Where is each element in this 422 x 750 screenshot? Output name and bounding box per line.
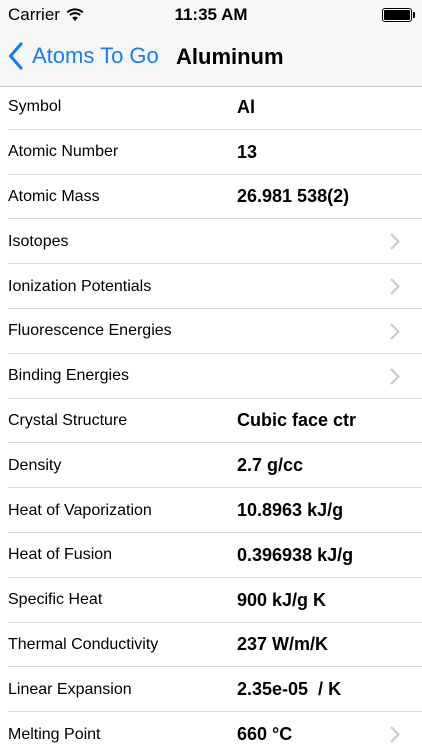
row-label: Specific Heat xyxy=(8,591,103,609)
row-value: Cubic face ctr xyxy=(237,410,357,431)
row-label: Thermal Conductivity xyxy=(8,635,159,653)
chevron-right-icon xyxy=(390,726,400,743)
row-value: 900 kJ/g K xyxy=(237,589,327,610)
row-value: 26.981 538(2) xyxy=(237,186,350,207)
status-time: 11:35 AM xyxy=(174,5,248,24)
row-density: Density 2.7 g/cc xyxy=(0,443,422,488)
row-label: Symbol xyxy=(8,98,62,116)
chevron-right-icon xyxy=(390,323,400,340)
row-value: 237 W/m/K xyxy=(237,634,329,655)
row-label: Ionization Potentials xyxy=(8,277,152,295)
row-label: Isotopes xyxy=(8,232,69,250)
row-label: Density xyxy=(8,456,62,474)
navigation-bar: Atoms To Go Aluminum xyxy=(0,30,422,87)
row-label: Atomic Number xyxy=(8,143,119,161)
row-label: Melting Point xyxy=(8,725,101,743)
row-value: 660 °C xyxy=(237,724,293,745)
row-value: 2.7 g/cc xyxy=(237,455,304,476)
row-crystal-structure: Crystal Structure Cubic face ctr xyxy=(0,399,422,444)
row-value: 10.8963 kJ/g xyxy=(237,500,344,521)
row-atomic-number: Atomic Number 13 xyxy=(0,130,422,175)
row-symbol: Symbol Al xyxy=(0,85,422,130)
row-isotopes[interactable]: Isotopes xyxy=(0,219,422,264)
chevron-right-icon xyxy=(390,368,400,385)
row-label: Linear Expansion xyxy=(8,680,132,698)
row-value: 0.396938 kJ/g xyxy=(237,544,354,565)
row-label: Heat of Vaporization xyxy=(8,501,152,519)
element-properties-table: Symbol Al Atomic Number 13 Atomic Mass 2… xyxy=(0,85,422,750)
back-button-label: Atoms To Go xyxy=(32,43,159,68)
chevron-right-icon xyxy=(390,233,400,250)
row-label: Heat of Fusion xyxy=(8,546,113,564)
row-ionization-potentials[interactable]: Ionization Potentials xyxy=(0,264,422,309)
row-label: Fluorescence Energies xyxy=(8,322,172,340)
page-title: Aluminum xyxy=(176,44,284,69)
status-bar: Carrier 11:35 AM xyxy=(0,0,422,30)
row-specific-heat: Specific Heat 900 kJ/g K xyxy=(0,578,422,623)
row-value: Al xyxy=(237,96,255,117)
row-value: 2.35e-05 / K xyxy=(237,679,342,700)
row-linear-expansion: Linear Expansion 2.35e-05 / K xyxy=(0,667,422,712)
row-heat-of-vaporization: Heat of Vaporization 10.8963 kJ/g xyxy=(0,488,422,533)
row-atomic-mass: Atomic Mass 26.981 538(2) xyxy=(0,175,422,220)
chevron-right-icon xyxy=(390,278,400,295)
back-button[interactable]: Atoms To Go xyxy=(8,42,159,70)
row-label: Crystal Structure xyxy=(8,411,128,429)
row-thermal-conductivity: Thermal Conductivity 237 W/m/K xyxy=(0,623,422,668)
row-label: Binding Energies xyxy=(8,367,129,385)
row-heat-of-fusion: Heat of Fusion 0.396938 kJ/g xyxy=(0,533,422,578)
row-melting-point[interactable]: Melting Point 660 °C xyxy=(0,712,422,750)
row-fluorescence-energies[interactable]: Fluorescence Energies xyxy=(0,309,422,354)
chevron-left-icon xyxy=(8,42,23,70)
row-label: Atomic Mass xyxy=(8,187,100,205)
row-binding-energies[interactable]: Binding Energies xyxy=(0,354,422,399)
battery-icon xyxy=(382,8,415,22)
row-value: 13 xyxy=(237,141,258,162)
